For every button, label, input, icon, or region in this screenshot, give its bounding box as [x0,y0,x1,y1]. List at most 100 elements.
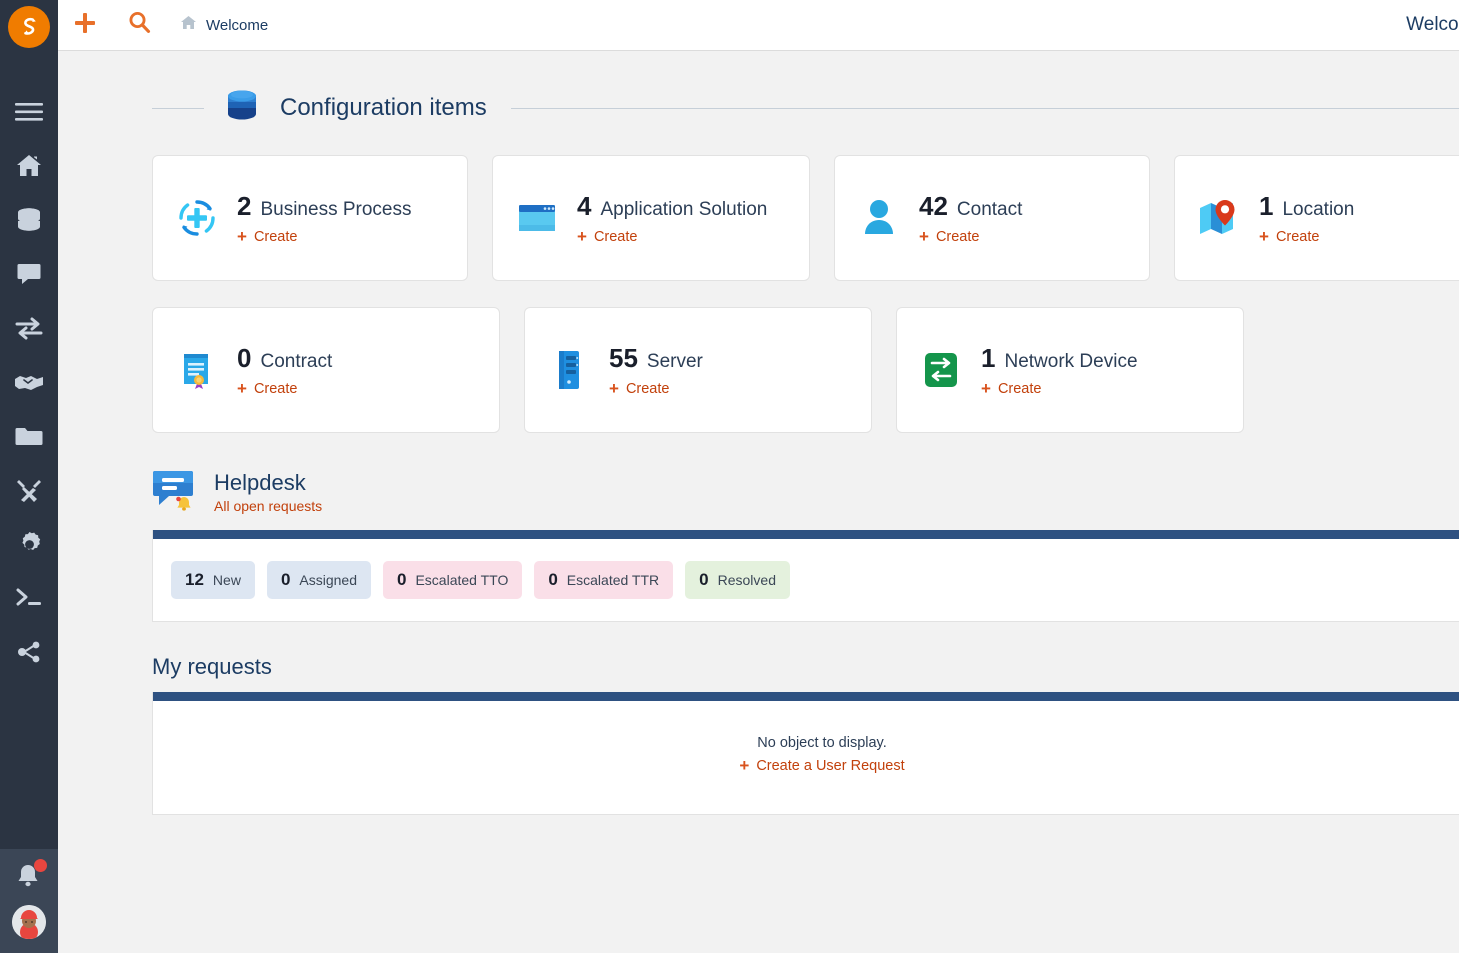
search-icon [128,11,151,39]
top-bar: Welcome Welcome [58,0,1459,51]
plus-icon: + [919,228,929,245]
network-device-icon [919,351,963,389]
ci-count: 1 [981,343,995,374]
plus-icon: + [609,380,619,397]
status-badge-new[interactable]: 12 New [171,561,255,599]
plus-icon: + [1259,228,1269,245]
badge-label: Resolved [718,572,776,588]
status-badge-resolved[interactable]: 0 Resolved [685,561,790,599]
ci-name: Contact [957,199,1022,221]
create-label: Create [936,229,980,245]
notifications-button[interactable] [14,861,44,893]
ci-card-server[interactable]: 55 Server + Create [524,307,872,433]
helpdesk-panel: 12 New 0 Assigned 0 Escalated TTO 0 [152,530,1459,622]
sidebar-item-configuration[interactable] [0,517,58,571]
sidebar-bottom [0,849,58,953]
itop-logo-icon [8,6,50,48]
ci-name: Network Device [1004,351,1137,373]
ci-card-body: 0 Contract + Create [237,343,332,397]
create-link[interactable]: + Create [919,228,1022,245]
sidebar-item-helpdesk[interactable] [0,247,58,301]
create-user-request-link[interactable]: + Create a User Request [739,757,904,774]
sidebar-nav [0,53,58,679]
create-link[interactable]: + Create [237,380,332,397]
status-badge-escalated-tto[interactable]: 0 Escalated TTO [383,561,522,599]
user-avatar-icon[interactable] [12,905,46,939]
ci-card-line: 42 Contact [919,191,1022,222]
panel-accent-bar [153,692,1459,701]
my-requests-title: My requests [152,654,1459,680]
sidebar-item-console[interactable] [0,571,58,625]
sidebar-item-export[interactable] [0,625,58,679]
divider-left [152,108,204,109]
ci-card-network-device[interactable]: 1 Network Device + Create [896,307,1244,433]
ci-card-line: 4 Application Solution [577,191,767,222]
ci-card-body: 1 Network Device + Create [981,343,1138,397]
ci-card-contract[interactable]: 0 Contract + Create [152,307,500,433]
create-link[interactable]: + Create [577,228,767,245]
badge-label: Escalated TTO [415,572,508,588]
plus-icon: + [237,380,247,397]
sidebar-item-data-administration[interactable] [0,409,58,463]
ci-card-line: 55 Server [609,343,703,374]
sidebar-item-service-management[interactable] [0,355,58,409]
ci-card-body: 55 Server + Create [609,343,703,397]
map-location-icon [1197,198,1241,238]
sidebar-item-admin-tools[interactable] [0,463,58,517]
sidebar-item-welcome[interactable] [0,139,58,193]
plus-icon: + [577,228,587,245]
panel-accent-bar [153,530,1459,539]
ci-card-business-process[interactable]: 2 Business Process + Create [152,155,468,281]
app-logo[interactable] [0,0,58,53]
breadcrumb-label: Welcome [206,17,268,34]
create-link[interactable]: + Create [237,228,411,245]
ci-card-line: 2 Business Process [237,191,411,222]
badge-count: 0 [397,570,406,590]
ci-name: Contract [260,351,332,373]
home-icon [15,153,43,179]
new-object-button[interactable] [58,0,112,51]
create-label: Create [254,229,298,245]
badge-label: New [213,572,241,588]
plus-icon: + [981,380,991,397]
gear-icon [16,531,43,558]
dashboard-content: Configuration items [58,51,1459,953]
sidebar-item-configuration-management[interactable] [0,193,58,247]
ci-card-line: 0 Contract [237,343,332,374]
breadcrumb[interactable]: Welcome [180,15,268,36]
create-link[interactable]: + Create [1259,228,1354,245]
helpdesk-title: Helpdesk [214,470,322,496]
create-label: Create [1276,229,1320,245]
ci-card-location[interactable]: 1 Location + Create [1174,155,1459,281]
search-button[interactable] [112,0,166,51]
sidebar-item-change-management[interactable] [0,301,58,355]
helpdesk-status-badges: 12 New 0 Assigned 0 Escalated TTO 0 [171,561,1459,599]
create-link[interactable]: + Create [981,380,1138,397]
ci-card-application-solution[interactable]: 4 Application Solution + Create [492,155,810,281]
badge-count: 12 [185,570,204,590]
ci-card-body: 4 Application Solution + Create [577,191,767,245]
ci-count: 2 [237,191,251,222]
contact-person-icon [857,198,901,238]
badge-count: 0 [281,570,290,590]
database-icon [222,87,262,129]
ci-card-line: 1 Network Device [981,343,1138,374]
ci-count: 0 [237,343,251,374]
create-link[interactable]: + Create [609,380,703,397]
helpdesk-subtitle-link[interactable]: All open requests [214,498,322,514]
share-nodes-icon [16,640,42,664]
helpdesk-titles: Helpdesk All open requests [214,470,322,514]
sidebar-item-menu-toggle[interactable] [0,85,58,139]
status-badge-escalated-ttr[interactable]: 0 Escalated TTR [534,561,673,599]
my-requests-empty-state: No object to display. + Create a User Re… [153,701,1459,814]
status-badge-assigned[interactable]: 0 Assigned [267,561,371,599]
ci-card-contact[interactable]: 42 Contact + Create [834,155,1150,281]
exchange-arrows-icon [15,316,43,340]
create-user-request-label: Create a User Request [756,758,904,774]
ci-count: 4 [577,191,591,222]
helpdesk-bubble-icon [152,467,198,516]
main-area: Welcome Welcome [58,0,1459,953]
create-label: Create [254,381,298,397]
terminal-icon [15,587,43,609]
hamburger-menu-icon [14,101,44,123]
